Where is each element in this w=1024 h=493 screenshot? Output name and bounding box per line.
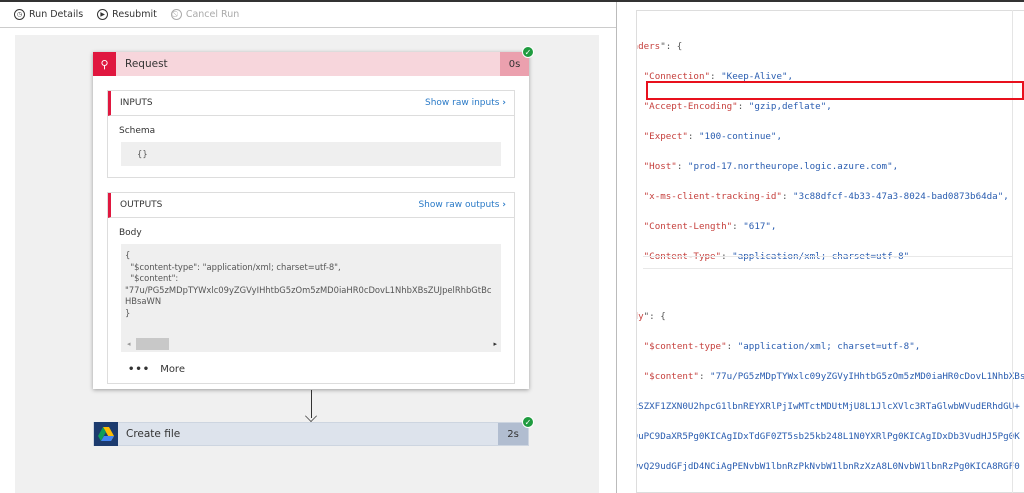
create-file-title: Create file	[126, 428, 181, 440]
horizontal-scrollbar[interactable]: ◂ ▸	[121, 338, 501, 351]
inputs-section: INPUTS Show raw inputs › Schema {}	[107, 90, 515, 178]
request-trigger-icon: ⚲	[93, 52, 116, 76]
google-drive-icon	[94, 422, 118, 446]
request-title: Request	[125, 58, 168, 70]
success-check-icon: ✓	[522, 416, 534, 428]
body-value: { "$content-type": "application/xml; cha…	[121, 244, 501, 352]
tracking-id-highlight	[646, 81, 1024, 100]
history-icon: ◷	[14, 9, 25, 20]
resubmit-icon: ▶	[97, 9, 109, 20]
schema-value: {}	[121, 142, 501, 166]
body-label: Body	[119, 228, 142, 238]
inputs-header: INPUTS	[120, 98, 153, 108]
resubmit-button[interactable]: ▶ Resubmit	[97, 9, 157, 20]
schema-label: Schema	[119, 126, 156, 136]
toolbar: ◷Run Details ▶Resubmit ⃠Cancel Run	[0, 2, 616, 28]
outputs-section: OUTPUTS Show raw outputs › Body { "$cont…	[107, 192, 515, 384]
show-raw-outputs-link[interactable]: Show raw outputs ›	[418, 200, 506, 210]
run-details-button[interactable]: ◷ Run Details	[14, 9, 83, 20]
divider	[643, 256, 1013, 257]
chevron-right-icon: ›	[502, 200, 506, 210]
create-file-card[interactable]: Create file 2s	[93, 422, 529, 446]
request-card: ⚲ Request 0s INPUTS Show raw inputs › Sc…	[93, 52, 529, 389]
panel-divider[interactable]	[616, 2, 617, 493]
scroll-left-icon[interactable]: ◂	[127, 339, 131, 351]
scroll-right-icon[interactable]: ▸	[493, 339, 497, 351]
cancel-run-button[interactable]: ⃠Cancel Run	[170, 9, 239, 20]
chevron-right-icon: ›	[502, 98, 506, 108]
more-button[interactable]: ••• More	[108, 352, 514, 375]
divider	[643, 268, 1013, 269]
scrollbar-thumb[interactable]	[136, 338, 169, 350]
ellipsis-icon: •••	[128, 364, 151, 375]
cancel-icon: ⃠	[170, 9, 182, 20]
show-raw-inputs-link[interactable]: Show raw inputs ›	[425, 98, 506, 108]
request-card-header[interactable]: ⚲ Request 0s	[93, 52, 529, 76]
success-check-icon: ✓	[522, 46, 534, 58]
outputs-header: OUTPUTS	[120, 200, 163, 210]
